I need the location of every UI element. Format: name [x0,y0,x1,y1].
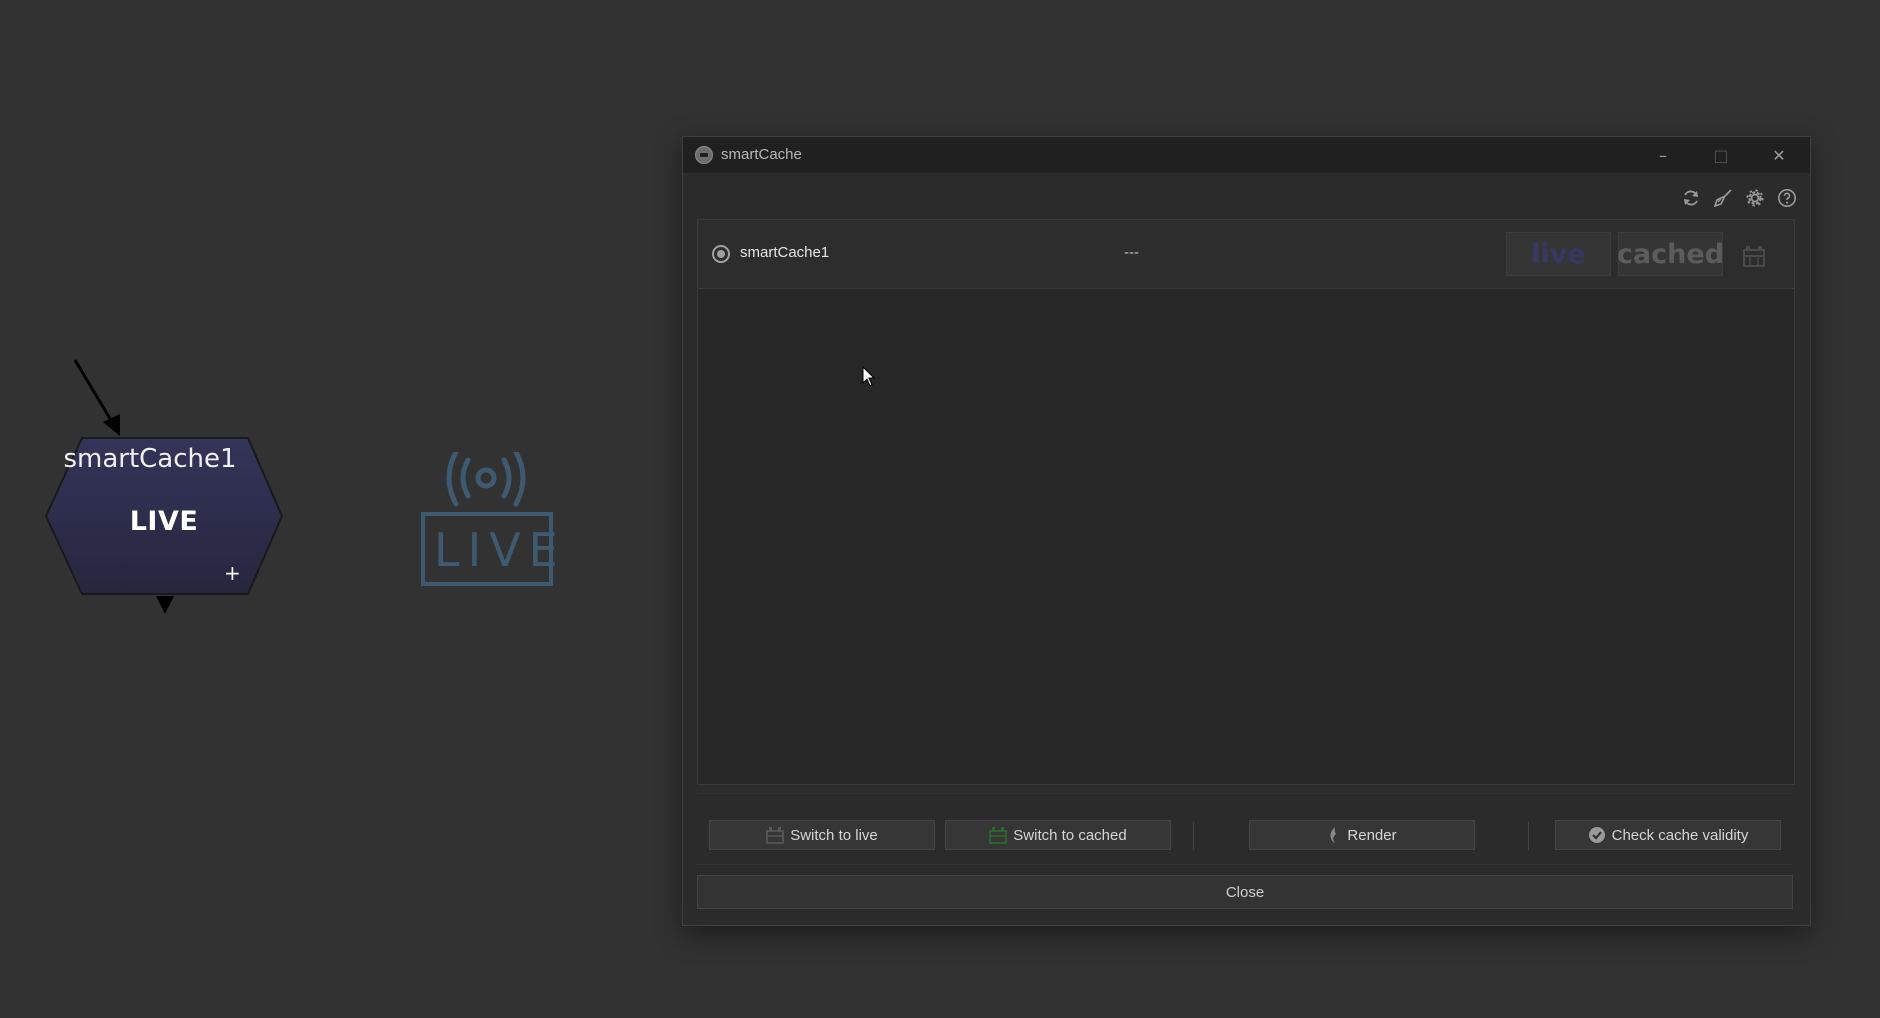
switch-to-live-label: Switch to live [790,826,878,844]
render-button[interactable]: Render [1249,820,1475,850]
help-icon[interactable] [1776,187,1798,209]
close-button[interactable]: Close [697,875,1793,909]
minimize-button[interactable]: – [1634,137,1692,173]
render-label: Render [1347,826,1397,844]
switch-to-live-button[interactable]: Switch to live [709,820,935,850]
action-bar: Switch to live Switch to cached Render C… [697,793,1793,865]
broom-icon[interactable] [1712,187,1734,209]
app-icon [695,146,713,164]
node-title: smartCache1 [63,444,237,474]
cached-icon [989,827,1008,844]
check-cache-validity-label: Check cache validity [1611,826,1749,844]
live-badge-text: LIVE [434,523,566,577]
flame-icon [1330,827,1337,843]
list-item[interactable]: smartCache1 --- live cached [698,220,1794,289]
node-state-label: LIVE [129,506,199,537]
refresh-icon[interactable] [1680,187,1702,209]
check-cache-validity-button[interactable]: Check cache validity [1555,820,1781,850]
close-window-button[interactable]: ✕ [1750,137,1808,173]
cache-icon [766,827,785,844]
title-bar[interactable]: smartCache – □ ✕ [683,137,1810,173]
maximize-button[interactable]: □ [1692,137,1750,173]
switch-to-cached-button[interactable]: Switch to cached [945,820,1171,850]
cached-toggle-button[interactable]: cached [1617,232,1724,276]
input-arrow [73,359,120,436]
row-status: --- [1124,244,1139,261]
row-node-name: smartCache1 [740,244,830,261]
cache-icon[interactable] [1742,244,1766,268]
check-circle-icon [1588,827,1605,843]
separator [1528,822,1529,850]
gear-icon[interactable] [1744,187,1766,209]
smartcache-dialog: smartCache – □ ✕ smartCache1 --- live ca… [682,136,1811,926]
cache-list[interactable]: smartCache1 --- live cached [697,219,1795,785]
toolbar [1680,187,1798,209]
mouse-cursor-icon [862,366,876,387]
switch-to-cached-label: Switch to cached [1013,826,1127,844]
live-toggle-button[interactable]: live [1506,232,1611,276]
window-title: smartCache [721,146,802,163]
node-graph[interactable]: smartCache1 LIVE + LIVE [0,0,660,1018]
node-expand-icon[interactable]: + [224,563,241,583]
separator [1193,822,1194,850]
target-icon[interactable] [712,245,730,263]
